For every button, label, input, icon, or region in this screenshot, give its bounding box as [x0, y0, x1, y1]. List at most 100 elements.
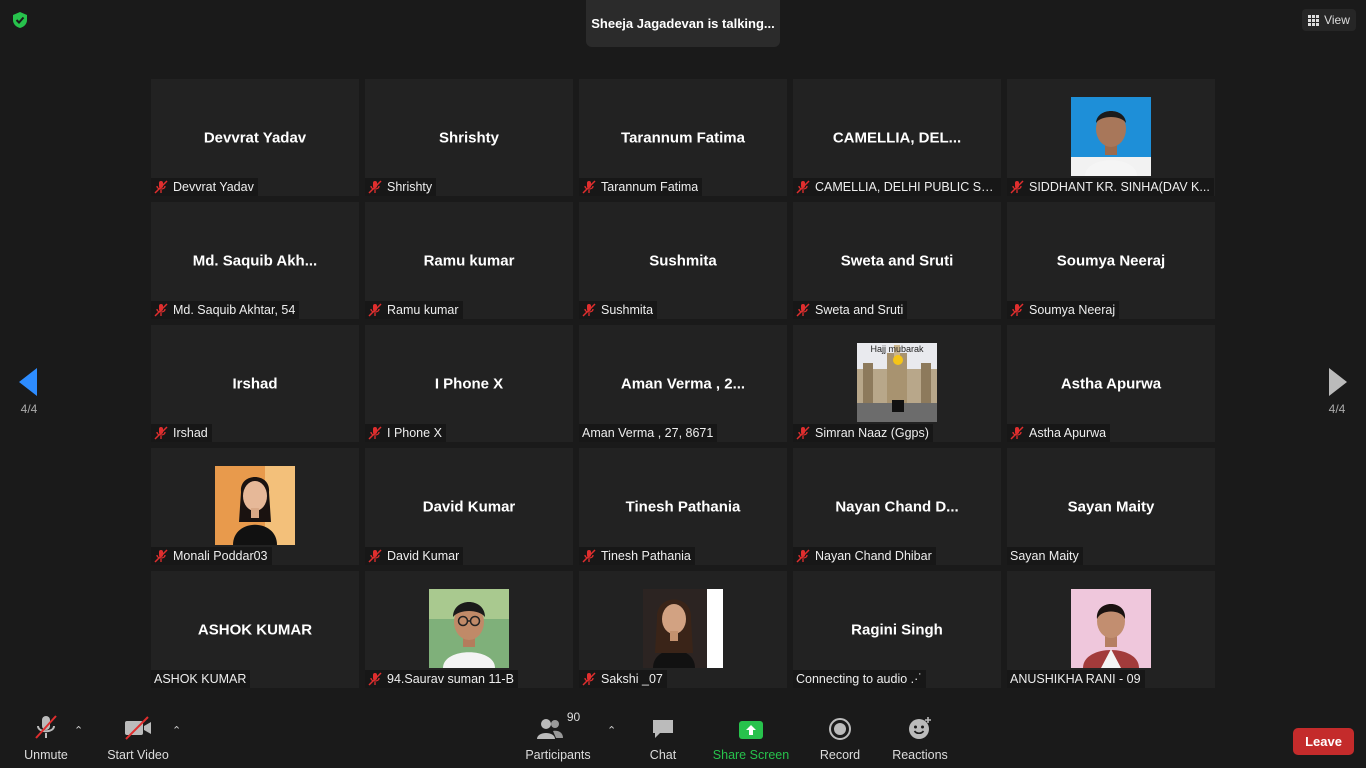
participant-name-label: Irshad: [173, 426, 208, 440]
participant-name-label: Soumya Neeraj: [1029, 303, 1116, 317]
participant-tile[interactable]: Sayan Maity Sayan Maity: [1007, 448, 1215, 565]
share-screen-button[interactable]: Share Screen: [712, 710, 790, 768]
participant-photo: Hajj mubarak: [857, 343, 937, 422]
participant-name-label: Sushmita: [601, 303, 654, 317]
camera-off-icon: [125, 716, 151, 740]
participant-tile[interactable]: Md. Saquib Akh... Md. Saquib Akhtar, 54: [151, 202, 359, 319]
participants-options-caret-icon[interactable]: ⌃: [607, 724, 616, 737]
unmute-button[interactable]: Unmute: [18, 710, 74, 768]
microphone-muted-icon: [796, 180, 810, 194]
microphone-muted-icon: [582, 672, 596, 686]
reactions-button[interactable]: Reactions: [890, 710, 950, 768]
participant-name-label: Tarannum Fatima: [601, 180, 699, 194]
microphone-muted-icon: [368, 303, 382, 317]
view-button[interactable]: View: [1302, 9, 1356, 31]
participant-name-bar: ANUSHIKHA RANI - 09: [1007, 670, 1145, 688]
chat-bubble-icon: [653, 720, 673, 738]
microphone-muted-icon: [1010, 303, 1024, 317]
previous-page-button[interactable]: 4/4: [0, 340, 58, 440]
participant-photo: [429, 589, 509, 668]
participant-name-bar: SIDDHANT KR. SINHA(DAV K...: [1007, 178, 1214, 196]
participant-tile[interactable]: Ramu kumar Ramu kumar: [365, 202, 573, 319]
participants-button[interactable]: 90 Participants: [522, 710, 594, 768]
participant-name-label: Tinesh Pathania: [601, 549, 691, 563]
participant-tile[interactable]: Sakshi _07: [579, 571, 787, 688]
participant-name-label: ANUSHIKHA RANI - 09: [1010, 672, 1141, 686]
participant-tile[interactable]: ANUSHIKHA RANI - 09: [1007, 571, 1215, 688]
microphone-muted-icon: [368, 180, 382, 194]
participant-name-bar: Tarannum Fatima: [579, 178, 703, 196]
participant-name-label: Simran Naaz (Ggps): [815, 426, 929, 440]
participant-tile[interactable]: Monali Poddar03: [151, 448, 359, 565]
chat-button[interactable]: Chat: [640, 710, 686, 768]
participant-name-label: Astha Apurwa: [1029, 426, 1107, 440]
participant-tile[interactable]: ASHOK KUMAR ASHOK KUMAR: [151, 571, 359, 688]
record-icon: [829, 718, 851, 740]
participant-tile[interactable]: Aman Verma , 2... Aman Verma , 27, 8671: [579, 325, 787, 442]
photo-caption-text: Hajj mubarak: [870, 344, 924, 354]
participant-name-label: Monali Poddar03: [173, 549, 268, 563]
participant-display-name: Sayan Maity: [1067, 498, 1155, 515]
audio-options-caret-icon[interactable]: ⌃: [74, 724, 83, 737]
microphone-muted-icon: [796, 303, 810, 317]
participant-tile[interactable]: Sweta and Sruti Sweta and Sruti: [793, 202, 1001, 319]
participant-name-bar: Sayan Maity: [1007, 547, 1083, 565]
microphone-muted-icon: [1010, 180, 1024, 194]
participant-display-name: Sushmita: [649, 252, 717, 269]
microphone-muted-icon: [154, 549, 168, 563]
share-screen-label: Share Screen: [712, 748, 790, 762]
participant-tile[interactable]: I Phone X I Phone X: [365, 325, 573, 442]
record-button[interactable]: Record: [816, 710, 864, 768]
participant-tile[interactable]: Astha Apurwa Astha Apurwa: [1007, 325, 1215, 442]
participant-tile[interactable]: Devvrat Yadav Devvrat Yadav: [151, 79, 359, 196]
participant-name-bar: Irshad: [151, 424, 212, 442]
leave-label: Leave: [1305, 734, 1342, 749]
participant-display-name: Ragini Singh: [851, 621, 943, 638]
participant-name-bar: Shrishty: [365, 178, 437, 196]
participant-name-bar: Soumya Neeraj: [1007, 301, 1120, 319]
participant-tile[interactable]: David Kumar David Kumar: [365, 448, 573, 565]
page-indicator-right: 4/4: [1328, 402, 1346, 416]
participant-display-name: Md. Saquib Akh...: [192, 252, 318, 269]
next-page-button[interactable]: 4/4: [1308, 340, 1366, 440]
start-video-label: Start Video: [107, 748, 169, 762]
participant-photo: [1071, 97, 1151, 176]
participant-name-bar: Ramu kumar: [365, 301, 463, 319]
participant-name-bar: David Kumar: [365, 547, 464, 565]
reactions-smiley-icon: [909, 717, 931, 739]
start-video-button[interactable]: Start Video: [104, 710, 172, 768]
participant-tile[interactable]: Hajj mubarak Simran Naaz (Ggps): [793, 325, 1001, 442]
participant-tile[interactable]: CAMELLIA, DEL... CAMELLIA, DELHI PUBLIC S…: [793, 79, 1001, 196]
participant-name-bar: Md. Saquib Akhtar, 54: [151, 301, 300, 319]
participant-tile[interactable]: Tarannum Fatima Tarannum Fatima: [579, 79, 787, 196]
microphone-muted-icon: [154, 426, 168, 440]
microphone-muted-icon: [154, 180, 168, 194]
meeting-toolbar: Unmute ⌃ Start Video ⌃ 90 Participants ⌃…: [0, 710, 1366, 768]
participant-name-bar: Astha Apurwa: [1007, 424, 1111, 442]
microphone-muted-icon: [796, 426, 810, 440]
participant-name-bar: Simran Naaz (Ggps): [793, 424, 933, 442]
participant-tile[interactable]: Ragini Singh Connecting to audio .·˙: [793, 571, 1001, 688]
participant-tile[interactable]: 94.Saurav suman 11-B: [365, 571, 573, 688]
participant-display-name: Nayan Chand D...: [835, 498, 959, 515]
participant-tile[interactable]: Nayan Chand D... Nayan Chand Dhibar: [793, 448, 1001, 565]
security-shield-icon[interactable]: [10, 10, 30, 30]
participant-tile[interactable]: Tinesh Pathania Tinesh Pathania: [579, 448, 787, 565]
microphone-muted-icon: [368, 426, 382, 440]
participant-name-label: Nayan Chand Dhibar: [815, 549, 932, 563]
participant-tile[interactable]: Irshad Irshad: [151, 325, 359, 442]
record-label: Record: [819, 748, 861, 762]
participant-tile[interactable]: Shrishty Shrishty: [365, 79, 573, 196]
participant-tile[interactable]: Soumya Neeraj Soumya Neeraj: [1007, 202, 1215, 319]
participant-display-name: David Kumar: [422, 498, 516, 515]
participants-label: Participants: [525, 748, 591, 762]
page-indicator-left: 4/4: [20, 402, 38, 416]
video-options-caret-icon[interactable]: ⌃: [172, 724, 181, 737]
participant-tile[interactable]: Sushmita Sushmita: [579, 202, 787, 319]
microphone-muted-icon: [368, 549, 382, 563]
participant-tile[interactable]: SIDDHANT KR. SINHA(DAV K...: [1007, 79, 1215, 196]
participant-gallery: Devvrat Yadav Devvrat Yadav Shrishty Shrish…: [151, 79, 1215, 688]
participant-name-bar: I Phone X: [365, 424, 446, 442]
microphone-muted-icon: [582, 303, 596, 317]
leave-button[interactable]: Leave: [1293, 728, 1354, 755]
